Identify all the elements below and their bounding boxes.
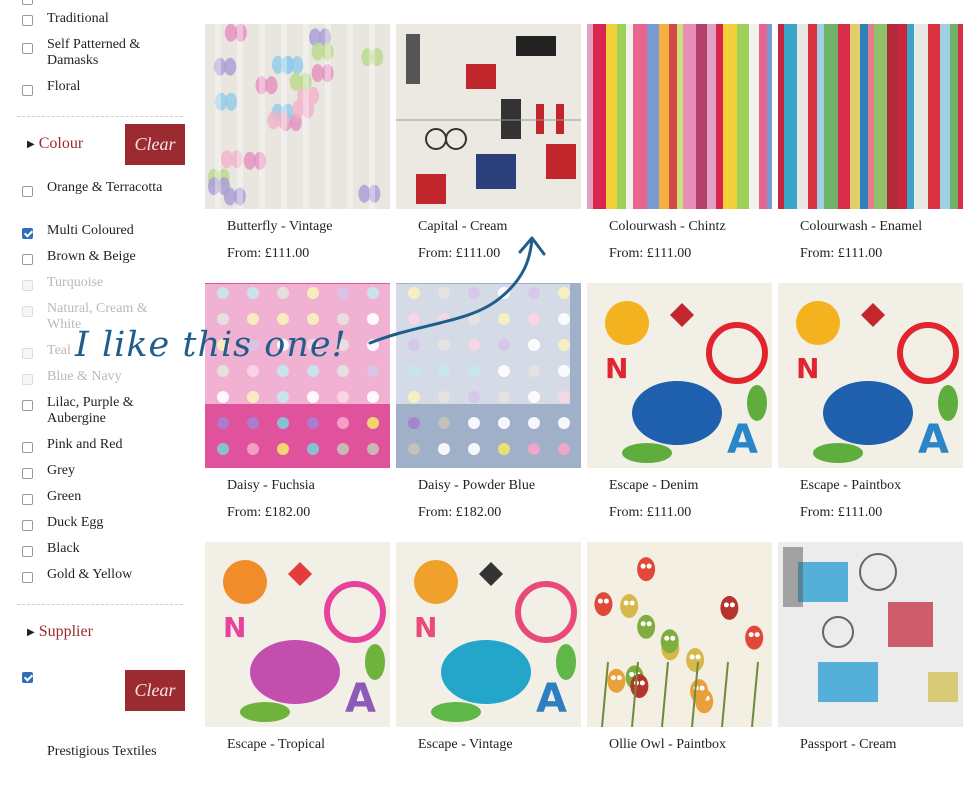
- colour-label[interactable]: Brown & Beige: [47, 249, 177, 265]
- filter-label-self-patterned[interactable]: Self Patterned & Damasks: [47, 37, 177, 69]
- product-image[interactable]: [205, 24, 390, 209]
- filter-checkbox-self-patterned[interactable]: [22, 43, 33, 54]
- product-image[interactable]: NA: [396, 542, 581, 727]
- product-price: From: £182.00: [418, 505, 502, 520]
- colour-checkbox[interactable]: [22, 468, 33, 479]
- filter-checkbox-traditional[interactable]: [22, 15, 33, 26]
- product-price: From: £111.00: [609, 505, 692, 520]
- colour-checkbox: [22, 348, 33, 359]
- supplier-section-toggle[interactable]: ▶ Supplier: [27, 623, 93, 641]
- colour-checkbox[interactable]: [22, 442, 33, 453]
- svg-text:A: A: [536, 676, 567, 722]
- product-title[interactable]: Daisy - Powder Blue: [418, 478, 535, 494]
- product-title[interactable]: Escape - Denim: [609, 478, 698, 494]
- caret-right-icon: ▶: [27, 627, 35, 638]
- product-price: From: £111.00: [227, 246, 310, 261]
- colour-clear-button[interactable]: Clear: [125, 124, 185, 165]
- product-title[interactable]: Daisy - Fuchsia: [227, 478, 315, 494]
- svg-text:N: N: [223, 611, 246, 644]
- colour-checkbox[interactable]: [22, 494, 33, 505]
- filter-checkbox-hidden[interactable]: [22, 0, 33, 5]
- colour-checkbox[interactable]: [22, 520, 33, 531]
- filter-label-traditional[interactable]: Traditional: [47, 11, 177, 27]
- colour-label[interactable]: Gold & Yellow: [47, 567, 177, 583]
- annotation-arrow-icon: [368, 236, 546, 345]
- colour-label: Turquoise: [47, 275, 104, 290]
- product-image[interactable]: NA: [587, 283, 772, 468]
- colour-label[interactable]: Orange & Terracotta: [47, 180, 177, 196]
- svg-text:N: N: [414, 611, 437, 644]
- filter-label-floral[interactable]: Floral: [47, 79, 177, 95]
- product-image[interactable]: [778, 24, 963, 209]
- product-title[interactable]: Butterfly - Vintage: [227, 219, 332, 235]
- product-card[interactable]: Colourwash - Enamel From: £111.00: [778, 24, 963, 274]
- colour-section-toggle[interactable]: ▶ Colour: [27, 135, 83, 153]
- product-image[interactable]: [778, 542, 963, 727]
- filter-sidebar: Traditional Self Patterned & Damasks Flo…: [0, 0, 200, 760]
- colour-checkbox[interactable]: [22, 186, 33, 197]
- colour-checkbox: [22, 306, 33, 317]
- colour-checkbox[interactable]: [22, 400, 33, 411]
- supplier-section-label: Supplier: [38, 623, 93, 640]
- colour-label[interactable]: Grey: [47, 463, 177, 479]
- filter-label-prestigious[interactable]: Prestigious Textiles: [47, 744, 177, 760]
- product-image[interactable]: NA: [778, 283, 963, 468]
- product-card[interactable]: N A Escape - Vintage: [396, 542, 581, 792]
- caret-right-icon: ▶: [27, 139, 35, 150]
- svg-text:A: A: [918, 417, 949, 463]
- product-image[interactable]: [396, 24, 581, 209]
- colour-checkbox[interactable]: [22, 546, 33, 557]
- product-title[interactable]: Passport - Cream: [800, 737, 896, 753]
- filter-checkbox-prestigious[interactable]: [22, 672, 33, 683]
- colour-checkbox: [22, 374, 33, 385]
- product-price: From: £111.00: [800, 246, 883, 261]
- product-image[interactable]: [587, 24, 772, 209]
- annotation-text: I like this one!: [75, 325, 347, 365]
- svg-text:N: N: [605, 352, 628, 385]
- product-image[interactable]: [587, 542, 772, 727]
- product-image[interactable]: NA: [205, 542, 390, 727]
- product-card[interactable]: Passport - Cream: [778, 542, 963, 792]
- colour-label[interactable]: Lilac, Purple & Aubergine: [47, 395, 177, 427]
- colour-checkbox: [22, 280, 33, 291]
- filter-checkbox-floral[interactable]: [22, 85, 33, 96]
- supplier-clear-button[interactable]: Clear: [125, 670, 185, 711]
- product-title[interactable]: Escape - Vintage: [418, 737, 513, 753]
- colour-checkbox[interactable]: [22, 254, 33, 265]
- product-price: From: £111.00: [609, 246, 692, 261]
- colour-label[interactable]: Pink and Red: [47, 437, 177, 453]
- product-title[interactable]: Escape - Paintbox: [800, 478, 901, 494]
- divider: [17, 604, 183, 605]
- colour-section-label: Colour: [38, 135, 84, 152]
- divider: [17, 116, 183, 117]
- product-title[interactable]: Ollie Owl - Paintbox: [609, 737, 726, 753]
- product-price: From: £111.00: [800, 505, 883, 520]
- svg-text:A: A: [727, 417, 758, 463]
- svg-text:N: N: [796, 352, 819, 385]
- product-title[interactable]: Colourwash - Enamel: [800, 219, 922, 235]
- product-card[interactable]: Colourwash - Chintz From: £111.00: [587, 24, 772, 274]
- colour-label[interactable]: Green: [47, 489, 177, 505]
- product-price: From: £182.00: [227, 505, 311, 520]
- colour-label[interactable]: Black: [47, 541, 177, 557]
- colour-checkbox[interactable]: [22, 228, 33, 239]
- product-card[interactable]: N A Escape - Tropical: [205, 542, 390, 792]
- colour-checkbox[interactable]: [22, 572, 33, 583]
- product-title[interactable]: Colourwash - Chintz: [609, 219, 726, 235]
- colour-label[interactable]: Multi Coloured: [47, 223, 177, 239]
- svg-text:A: A: [345, 676, 376, 722]
- product-card[interactable]: N A Escape - Denim From: £111.00: [587, 283, 772, 533]
- product-card[interactable]: N A Escape - Paintbox From: £111.00: [778, 283, 963, 533]
- product-card[interactable]: Ollie Owl - Paintbox: [587, 542, 772, 792]
- colour-label[interactable]: Duck Egg: [47, 515, 177, 531]
- colour-label: Blue & Navy: [47, 369, 122, 384]
- product-title[interactable]: Escape - Tropical: [227, 737, 325, 753]
